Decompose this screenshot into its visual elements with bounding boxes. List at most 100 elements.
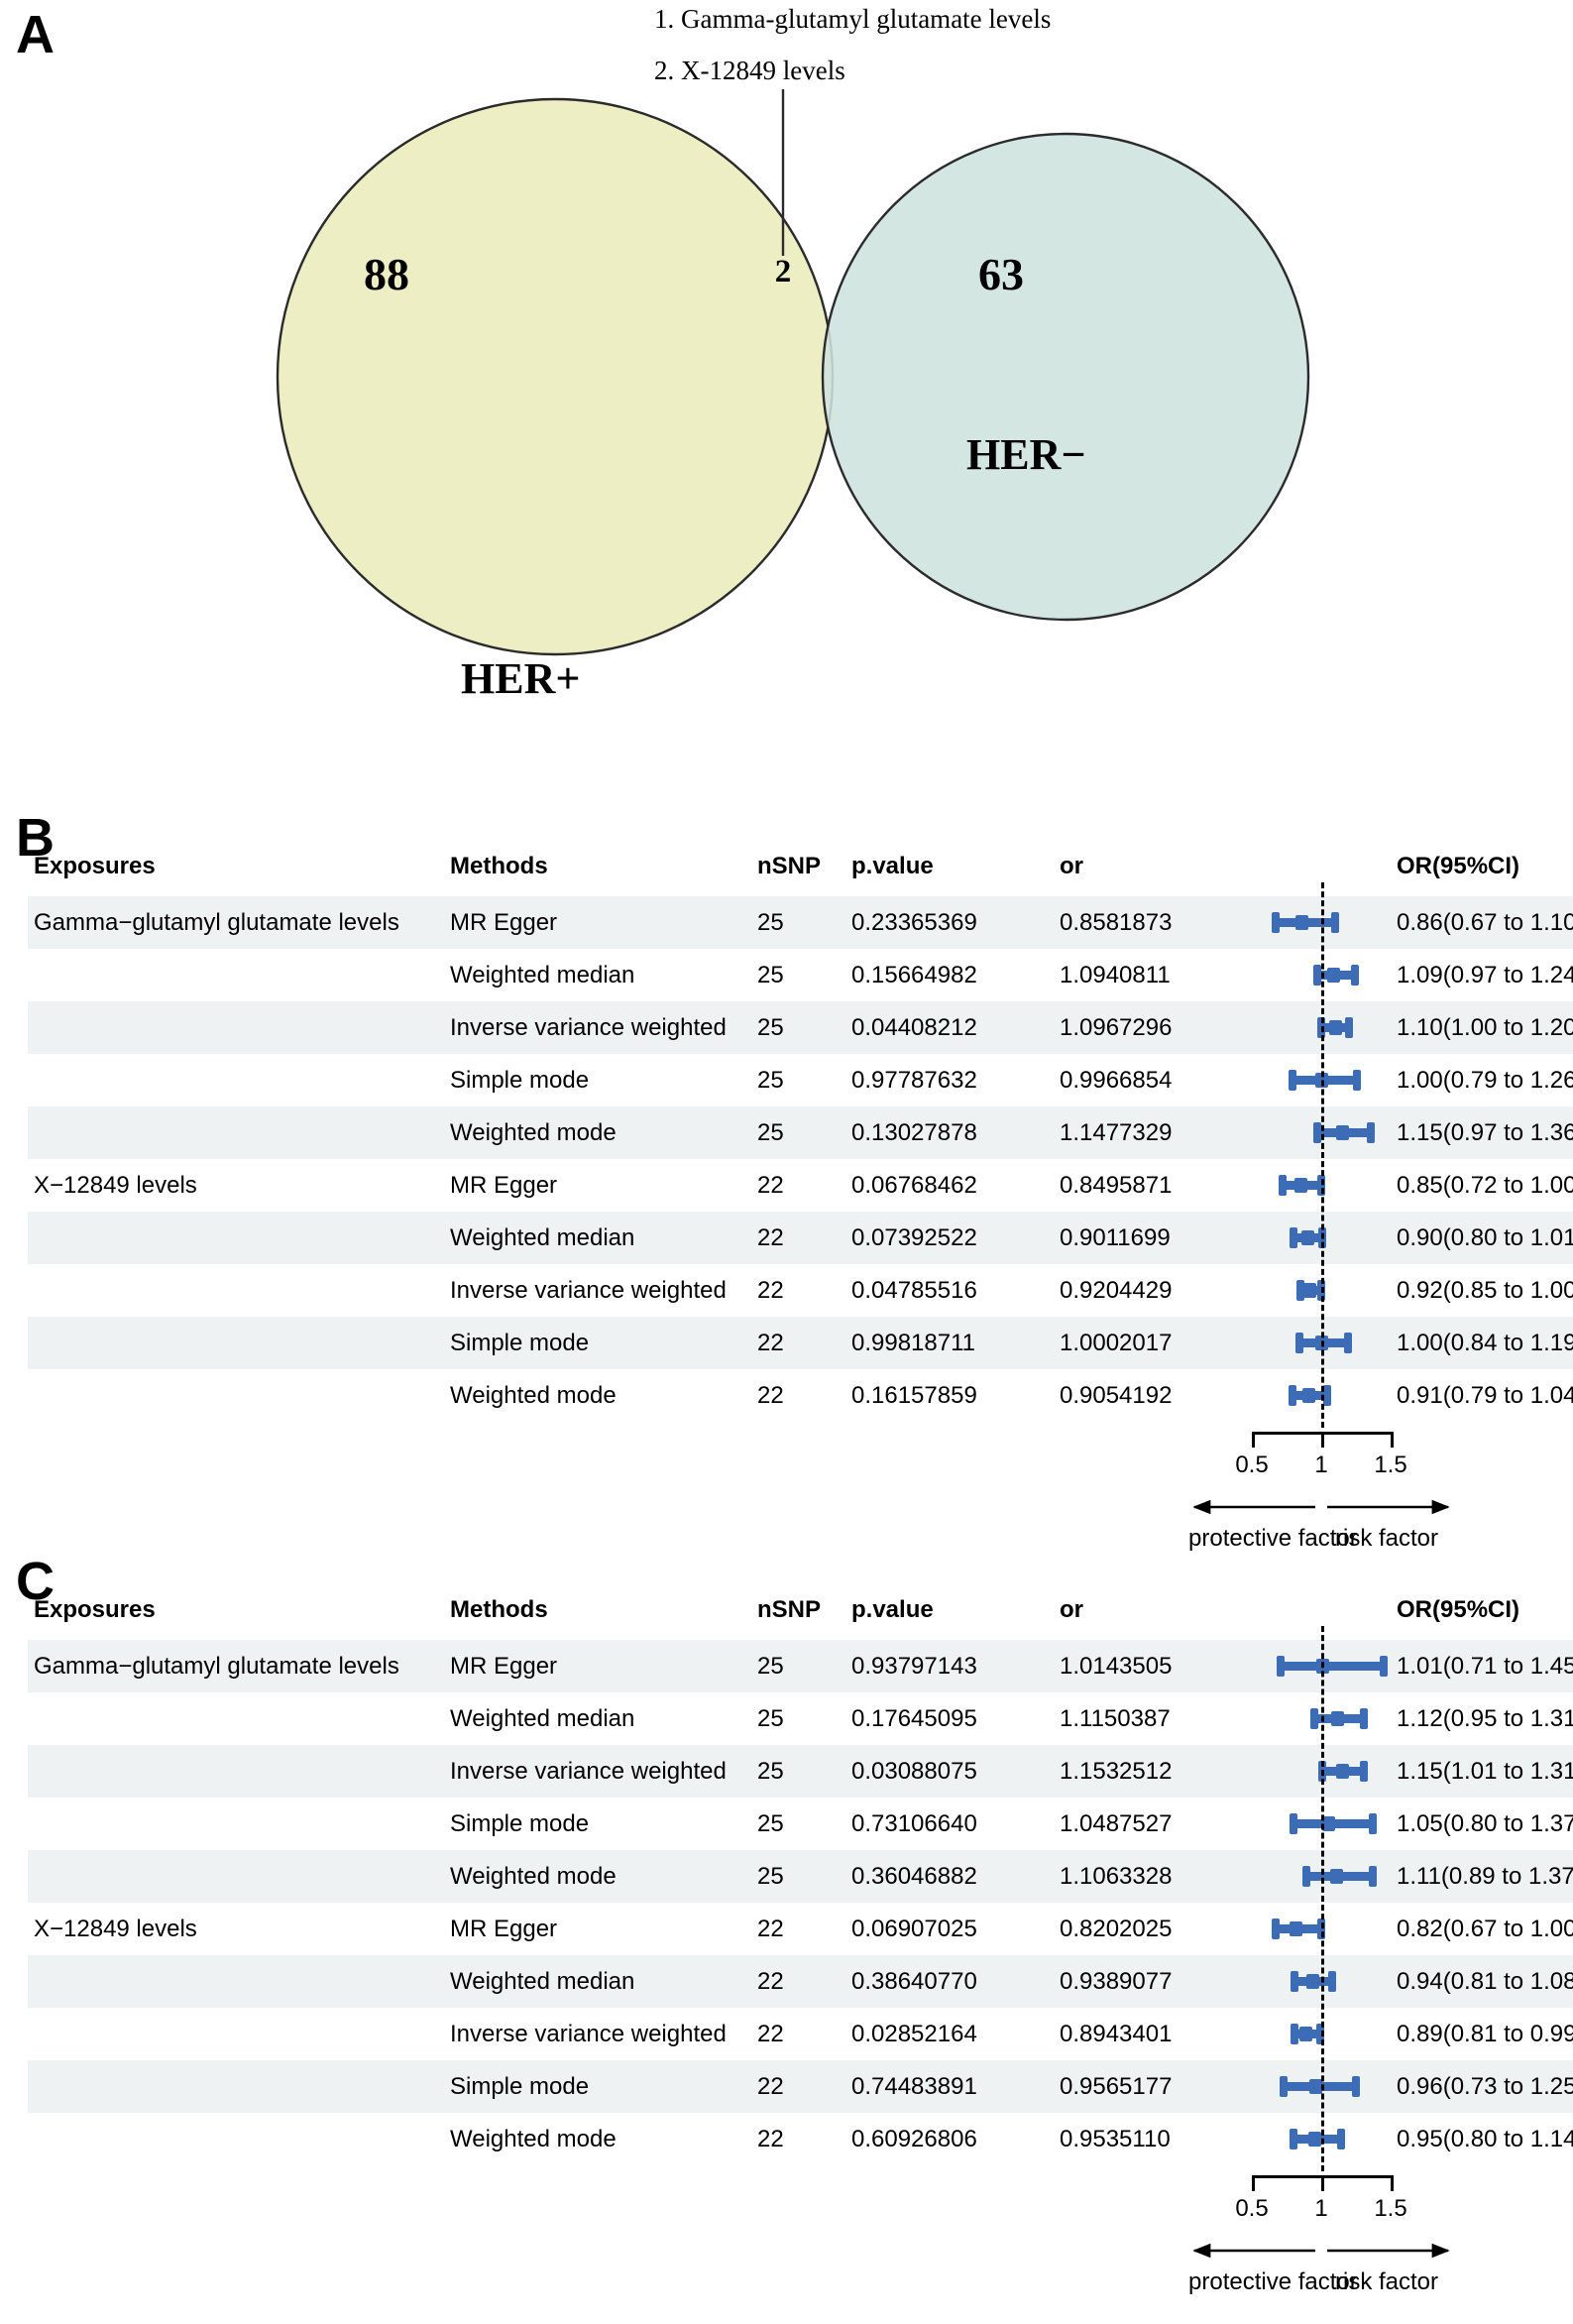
cell-or: 0.8581873: [1054, 896, 1252, 949]
cell-method: Simple mode: [444, 1317, 751, 1369]
cell-or-ci: 1.01(0.71 to 1.45): [1391, 1640, 1573, 1692]
null-reference-line: [1321, 882, 1324, 1428]
column-header-or: or: [1060, 853, 1083, 879]
ci-cap-lower: [1294, 1333, 1303, 1353]
axis-tick-mark: [1252, 2175, 1255, 2191]
column-header-methods: Methods: [450, 1596, 548, 1623]
cell-or: 1.1150387: [1054, 1692, 1252, 1745]
column-header-pvalue: p.value: [851, 1596, 934, 1623]
cell-method: Weighted mode: [444, 1106, 751, 1159]
cell-or-ci: 1.10(1.00 to 1.20): [1391, 1001, 1573, 1054]
cell-pvalue: 0.60926806: [845, 2113, 1054, 2165]
cell-or: 0.9011699: [1054, 1212, 1252, 1264]
ci-cap-lower: [1310, 1708, 1318, 1729]
cell-exposure: Gamma−glutamyl glutamate levels: [28, 896, 444, 949]
cell-or: 0.8202025: [1054, 1903, 1252, 1955]
cell-method: Weighted median: [444, 1692, 751, 1745]
cell-or: 0.9389077: [1054, 1955, 1252, 2008]
cell-exposure: [28, 1850, 444, 1903]
cell-method: Weighted mode: [444, 1850, 751, 1903]
cell-or: 1.0002017: [1054, 1317, 1252, 1369]
cell-or: 1.1477329: [1054, 1106, 1252, 1159]
cell-pvalue: 0.15664982: [845, 949, 1054, 1001]
cell-or: 0.9565177: [1054, 2060, 1252, 2113]
cell-or-ci: 1.12(0.95 to 1.31): [1391, 1692, 1573, 1745]
point-estimate-marker: [1290, 1921, 1303, 1936]
table-row: Weighted mode 22 0.16157859 0.9054192 0.91(0…: [28, 1369, 1573, 1422]
column-header-nsnp: nSNP: [757, 1596, 822, 1623]
table-row: Weighted median 25 0.15664982 1.0940811 1.09…: [28, 949, 1573, 1001]
column-header-methods: Methods: [450, 853, 548, 879]
venn-set-label-her-positive: HER+: [461, 654, 581, 703]
ci-cap-upper: [1331, 912, 1339, 933]
cell-or: 1.1532512: [1054, 1745, 1252, 1798]
cell-method: Inverse variance weighted: [444, 2008, 751, 2060]
panel-c-forest-table: Exposures Methods nSNP p.value or OR(95%…: [0, 1596, 1573, 2295]
cell-exposure: [28, 1106, 444, 1159]
venn-count-left: 88: [364, 249, 409, 299]
cell-exposure: [28, 1798, 444, 1850]
cell-or-ci: 0.92(0.85 to 1.00): [1391, 1264, 1573, 1317]
cell-pvalue: 0.36046882: [845, 1850, 1054, 1903]
cell-or: 1.0143505: [1054, 1640, 1252, 1692]
ci-cap-upper: [1380, 1656, 1388, 1677]
venn-count-right: 63: [978, 249, 1024, 299]
ci-cap-lower: [1312, 1122, 1321, 1143]
table-row: Inverse variance weighted 22 0.02852164 0.8…: [28, 2008, 1573, 2060]
table-row: Weighted median 22 0.38640770 0.9389077 0.94…: [28, 1955, 1573, 2008]
table-row: Simple mode 25 0.97787632 0.9966854 1.00(0.7…: [28, 1054, 1573, 1106]
cell-pvalue: 0.74483891: [845, 2060, 1054, 2113]
cell-pvalue: 0.06768462: [845, 1159, 1054, 1212]
cell-or: 0.9535110: [1054, 2113, 1252, 2165]
cell-exposure: [28, 2113, 444, 2165]
ci-cap-upper: [1345, 1017, 1353, 1038]
cell-pvalue: 0.73106640: [845, 1798, 1054, 1850]
column-header-exposures: Exposures: [34, 1596, 156, 1623]
axis-tick-label: 1: [1314, 1452, 1328, 1478]
cell-or-ci: 0.82(0.67 to 1.00): [1391, 1903, 1573, 1955]
point-estimate-marker: [1303, 1283, 1317, 1298]
table-row: Weighted mode 25 0.36046882 1.1063328 1.11(0…: [28, 1850, 1573, 1903]
cell-nsnp: 25: [751, 949, 845, 1001]
ci-cap-upper: [1360, 1761, 1369, 1782]
ci-cap-lower: [1291, 2024, 1299, 2044]
ci-cap-lower: [1277, 1656, 1286, 1677]
axis-tick-mark: [1321, 2175, 1324, 2191]
venn-annotation-2: 2. X-12849 levels: [654, 56, 845, 85]
cell-method: Simple mode: [444, 1054, 751, 1106]
ci-cap-lower: [1301, 1866, 1310, 1887]
cell-or: 0.8495871: [1054, 1159, 1252, 1212]
cell-nsnp: 22: [751, 2113, 845, 2165]
cell-nsnp: 25: [751, 1850, 845, 1903]
cell-or-ci: 1.00(0.79 to 1.26): [1391, 1054, 1573, 1106]
point-estimate-marker: [1335, 1764, 1349, 1779]
point-estimate-marker: [1308, 2079, 1322, 2094]
cell-method: Simple mode: [444, 1798, 751, 1850]
cell-or-ci: 0.96(0.73 to 1.25): [1391, 2060, 1573, 2113]
cell-method: Simple mode: [444, 2060, 751, 2113]
table-row: Gamma−glutamyl glutamate levels MR Egger 2…: [28, 1640, 1573, 1692]
cell-nsnp: 22: [751, 1903, 845, 1955]
axis-tick-label: 1: [1314, 2195, 1328, 2222]
cell-method: Inverse variance weighted: [444, 1001, 751, 1054]
ci-cap-upper: [1336, 2129, 1345, 2150]
forest-table-body-c: Gamma−glutamyl glutamate levels MR Egger 2…: [28, 1640, 1573, 2165]
cell-exposure: [28, 1264, 444, 1317]
cell-exposure: [28, 1001, 444, 1054]
venn-diagram-graphic: [276, 89, 1310, 656]
axis-tick-mark: [1252, 1432, 1255, 1448]
column-header-or: or: [1060, 1596, 1083, 1623]
point-estimate-marker: [1306, 1974, 1320, 1989]
cell-or-ci: 0.95(0.80 to 1.14): [1391, 2113, 1573, 2165]
venn-annotation-1: 1. Gamma-glutamyl glutamate levels: [654, 4, 1052, 34]
cell-exposure: X−12849 levels: [28, 1903, 444, 1955]
cell-or: 1.0487527: [1054, 1798, 1252, 1850]
axis-tick-mark: [1391, 2175, 1394, 2191]
point-estimate-marker: [1293, 1178, 1307, 1193]
cell-pvalue: 0.04408212: [845, 1001, 1054, 1054]
cell-exposure: [28, 2060, 444, 2113]
table-row: Gamma−glutamyl glutamate levels MR Egger 2…: [28, 896, 1573, 949]
ci-cap-lower: [1278, 1175, 1287, 1196]
table-header-row: Exposures Methods nSNP p.value or OR(95%…: [28, 1596, 1573, 1640]
cell-pvalue: 0.17645095: [845, 1692, 1054, 1745]
